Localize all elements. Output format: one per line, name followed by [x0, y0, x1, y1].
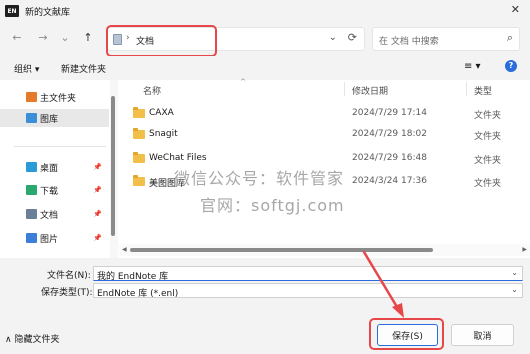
folder-icon — [133, 152, 145, 163]
file-name: CAXA — [149, 108, 174, 118]
search-placeholder: 在 文档 中搜索 — [379, 37, 439, 47]
sidebar-item-label: 桌面 — [40, 163, 59, 174]
watermark-wechat: 微信公众号：软件管家 — [174, 169, 345, 188]
organize-menu-button[interactable]: 组织 ▾ — [14, 62, 39, 75]
file-name: Snagit — [149, 129, 178, 139]
filetype-dropdown-icon[interactable]: ⌄ — [511, 285, 518, 294]
file-type: 文件夹 — [474, 179, 502, 189]
new-folder-button[interactable]: 新建文件夹 — [61, 62, 106, 75]
sidebar-item-label: 主文件夹 — [40, 93, 77, 104]
scroll-right-icon[interactable]: ▶ — [522, 246, 527, 253]
save-highlight-box — [369, 318, 444, 350]
desktop-icon — [26, 162, 37, 172]
command-toolbar: 组织 ▾ 新建文件夹 ≡ ▾ ? — [0, 56, 530, 80]
download-icon — [26, 185, 37, 195]
file-date: 2024/7/29 17:14 — [352, 108, 427, 118]
view-options-icon[interactable]: ≡ ▾ — [464, 61, 481, 72]
help-icon[interactable]: ? — [505, 60, 517, 72]
filename-input[interactable]: 我的 EndNote 库 ⌄ — [93, 266, 523, 282]
folder-icon — [133, 128, 145, 139]
column-divider[interactable] — [344, 82, 345, 96]
sidebar-item-label: 图片 — [40, 234, 59, 245]
folder-icon — [133, 175, 145, 186]
sidebar-item-pictures[interactable]: 图片 📌 — [0, 229, 109, 247]
filename-label: 文件名(N): — [47, 271, 91, 281]
window-title: 新的文献库 — [25, 7, 71, 18]
column-header-type[interactable]: 类型 — [474, 84, 492, 97]
search-input[interactable]: 在 文档 中搜索 ⌕ — [372, 27, 520, 51]
forward-arrow-icon[interactable]: → — [35, 31, 51, 44]
horizontal-scrollbar-thumb[interactable] — [130, 248, 433, 252]
pin-icon: 📌 — [93, 210, 102, 218]
file-name: WeChat Files — [149, 153, 207, 163]
sidebar-item-label: 下载 — [40, 186, 59, 197]
file-date: 2024/7/29 18:02 — [352, 129, 427, 139]
horizontal-scrollbar[interactable]: ◀ ▶ — [119, 244, 530, 256]
sidebar-item-gallery[interactable]: 图库 — [0, 109, 109, 127]
scroll-left-icon[interactable]: ◀ — [122, 246, 127, 253]
sidebar-item-home[interactable]: 主文件夹 — [0, 88, 109, 106]
navigation-pane: 主文件夹 图库 桌面 📌 下载 📌 文档 📌 图片 📌 — [0, 80, 109, 258]
file-type: 文件夹 — [474, 111, 502, 121]
address-highlight-box — [106, 25, 217, 57]
sidebar-item-desktop[interactable]: 桌面 📌 — [0, 158, 109, 176]
pictures-icon — [26, 233, 37, 243]
sidebar-item-downloads[interactable]: 下载 📌 — [0, 181, 109, 199]
sidebar-item-label: 图库 — [40, 114, 59, 125]
endnote-app-icon: EN — [5, 5, 19, 17]
column-divider[interactable] — [466, 82, 467, 96]
navigation-bar: ← → ⌄ ↑ › 文档 ⌄ ⟳ 在 文档 中搜索 ⌕ — [0, 22, 530, 56]
pin-icon: 📌 — [93, 163, 102, 171]
pin-icon: 📌 — [93, 186, 102, 194]
folder-icon — [133, 107, 145, 118]
home-icon — [26, 92, 37, 102]
list-item[interactable]: CAXA 2024/7/29 17:14 文件夹 — [119, 104, 530, 124]
cancel-button[interactable]: 取消 — [451, 324, 514, 346]
title-bar: EN 新的文献库 ✕ — [0, 0, 530, 22]
filetype-label: 保存类型(T): — [41, 288, 93, 298]
sort-caret-icon: ^ — [240, 78, 246, 86]
sidebar-item-label: 文档 — [40, 210, 59, 221]
filetype-select[interactable]: EndNote 库 (*.enl) ⌄ — [93, 283, 523, 299]
sidebar-item-documents[interactable]: 文档 📌 — [0, 205, 109, 223]
recent-locations-chevron-icon[interactable]: ⌄ — [57, 31, 73, 44]
filename-value: 我的 EndNote 库 — [97, 272, 169, 282]
column-header-name[interactable]: 名称 — [143, 84, 161, 97]
filetype-value: EndNote 库 (*.enl) — [97, 289, 179, 299]
column-header-modified[interactable]: 修改日期 — [352, 84, 388, 97]
sidebar-divider — [14, 146, 106, 147]
refresh-icon[interactable]: ⟳ — [348, 31, 357, 44]
documents-icon — [26, 209, 37, 219]
file-type: 文件夹 — [474, 132, 502, 142]
close-icon[interactable]: ✕ — [511, 3, 520, 16]
filename-dropdown-icon[interactable]: ⌄ — [511, 268, 518, 277]
list-item[interactable]: Snagit 2024/7/29 18:02 文件夹 — [119, 125, 530, 145]
address-dropdown-icon[interactable]: ⌄ — [329, 32, 337, 43]
file-date: 2024/7/29 16:48 — [352, 153, 427, 163]
up-arrow-icon[interactable]: ↑ — [80, 31, 96, 44]
hide-folders-button[interactable]: ∧ 隐藏文件夹 — [5, 332, 59, 345]
watermark-website: 官网：softgj.com — [200, 196, 345, 215]
search-icon[interactable]: ⌕ — [507, 31, 513, 45]
file-type: 文件夹 — [474, 156, 502, 166]
sidebar-scrollbar-thumb[interactable] — [111, 96, 115, 236]
gallery-icon — [26, 113, 37, 123]
save-panel: 文件名(N): 我的 EndNote 库 ⌄ 保存类型(T): EndNote … — [0, 258, 530, 354]
pin-icon: 📌 — [93, 234, 102, 242]
back-arrow-icon[interactable]: ← — [9, 31, 25, 44]
file-date: 2024/3/24 17:36 — [352, 176, 427, 186]
